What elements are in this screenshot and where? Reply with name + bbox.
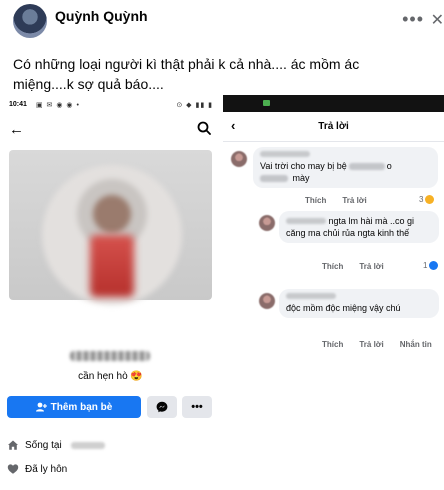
profile-bio: cần hẹn hò 😍 — [78, 371, 143, 382]
info-lives-in: Sống tại — [7, 439, 105, 451]
author-name[interactable]: Quỳnh Quỳnh — [55, 8, 148, 24]
blurred-commenter-name — [260, 151, 310, 157]
commenter-avatar[interactable] — [259, 293, 275, 309]
comment-actions: Thích Trả lời — [305, 196, 367, 205]
comment-text: mày — [292, 173, 310, 183]
comment-text: Vai trời cho may bị bệ — [260, 161, 347, 171]
home-icon — [8, 440, 18, 450]
blurred-commenter-name — [286, 293, 336, 299]
commenter-avatar[interactable] — [259, 215, 275, 231]
add-friend-label: Thêm bạn bè — [50, 401, 113, 413]
messenger-icon — [156, 401, 168, 413]
close-icon[interactable]: ✕ — [431, 10, 444, 30]
replies-title: Trả lời — [318, 121, 349, 132]
blurred-word — [348, 163, 385, 171]
app-notification-icon — [263, 100, 270, 106]
post-text: Có những loại người kì thật phải k cả nh… — [13, 56, 360, 92]
back-arrow-icon[interactable]: ← — [9, 121, 24, 138]
commenter-avatar[interactable] — [231, 151, 247, 167]
like-button[interactable]: Thích — [322, 262, 343, 271]
add-friend-button[interactable]: Thêm bạn bè — [7, 396, 141, 418]
profile-picture-detail — [90, 235, 134, 297]
profile-more-button[interactable]: ••• — [182, 396, 212, 418]
haha-reaction-icon — [425, 195, 435, 204]
comment-actions: Thích Trả lời — [322, 262, 384, 271]
messenger-button[interactable] — [147, 396, 177, 418]
post-more-icon[interactable]: ••• — [402, 10, 424, 28]
reply-button[interactable]: Trả lời — [359, 262, 383, 271]
reaction-count-value: 1 — [423, 261, 428, 270]
blurred-commenter-name — [286, 218, 326, 224]
like-button[interactable]: Thích — [322, 340, 343, 349]
replies-screenshot: ‹ Trả lời Vai trời cho may bị bệ o mày Th… — [223, 95, 444, 490]
comment-text: o — [386, 161, 392, 171]
info-relationship: Đã ly hôn — [7, 463, 67, 475]
reply-button[interactable]: Trả lời — [359, 340, 383, 349]
reaction-count-value: 3 — [419, 195, 424, 204]
comment-bubble: độc mồm độc miệng vậy chú — [279, 289, 439, 318]
blurred-profile-name — [70, 351, 150, 361]
profile-screenshot: 10:41 ▣ ✉ ◉ ◉ • ⊙ ◆ ▮▮ ▮ ← cần hẹn hò 😍 … — [0, 95, 221, 490]
info-lives-in-label: Sống tại — [25, 439, 62, 451]
add-friend-icon — [35, 402, 47, 412]
message-button[interactable]: Nhắn tin — [400, 340, 432, 349]
status-bar-icons-left: ▣ ✉ ◉ ◉ • — [36, 102, 80, 109]
like-reaction-icon — [429, 261, 439, 270]
reaction-count[interactable]: 1 — [423, 261, 439, 270]
status-bar — [223, 95, 444, 112]
like-button[interactable]: Thích — [305, 196, 326, 205]
blurred-word — [260, 175, 288, 183]
comment-text: độc mồm độc miệng vậy chú — [286, 303, 401, 313]
blurred-location — [70, 441, 105, 449]
status-bar-time: 10:41 — [9, 101, 27, 108]
comment-bubble: ngta lm hài mà ..co gi căng ma chủi rủa … — [279, 211, 439, 243]
author-avatar[interactable] — [13, 4, 47, 38]
reply-button[interactable]: Trả lời — [342, 196, 366, 205]
comment-actions: Thích Trả lời Nhắn tin — [322, 340, 432, 349]
heart-icon — [7, 464, 19, 474]
info-relationship-label: Đã ly hôn — [25, 463, 68, 475]
reaction-count[interactable]: 3 — [419, 195, 435, 204]
post-header: Quỳnh Quỳnh ••• ✕ — [0, 0, 444, 44]
search-icon[interactable] — [197, 121, 211, 135]
comment-bubble: Vai trời cho may bị bệ o mày — [253, 147, 438, 188]
replies-header: ‹ Trả lời — [223, 112, 444, 142]
status-bar-icons-right: ⊙ ◆ ▮▮ ▮ — [176, 102, 213, 109]
